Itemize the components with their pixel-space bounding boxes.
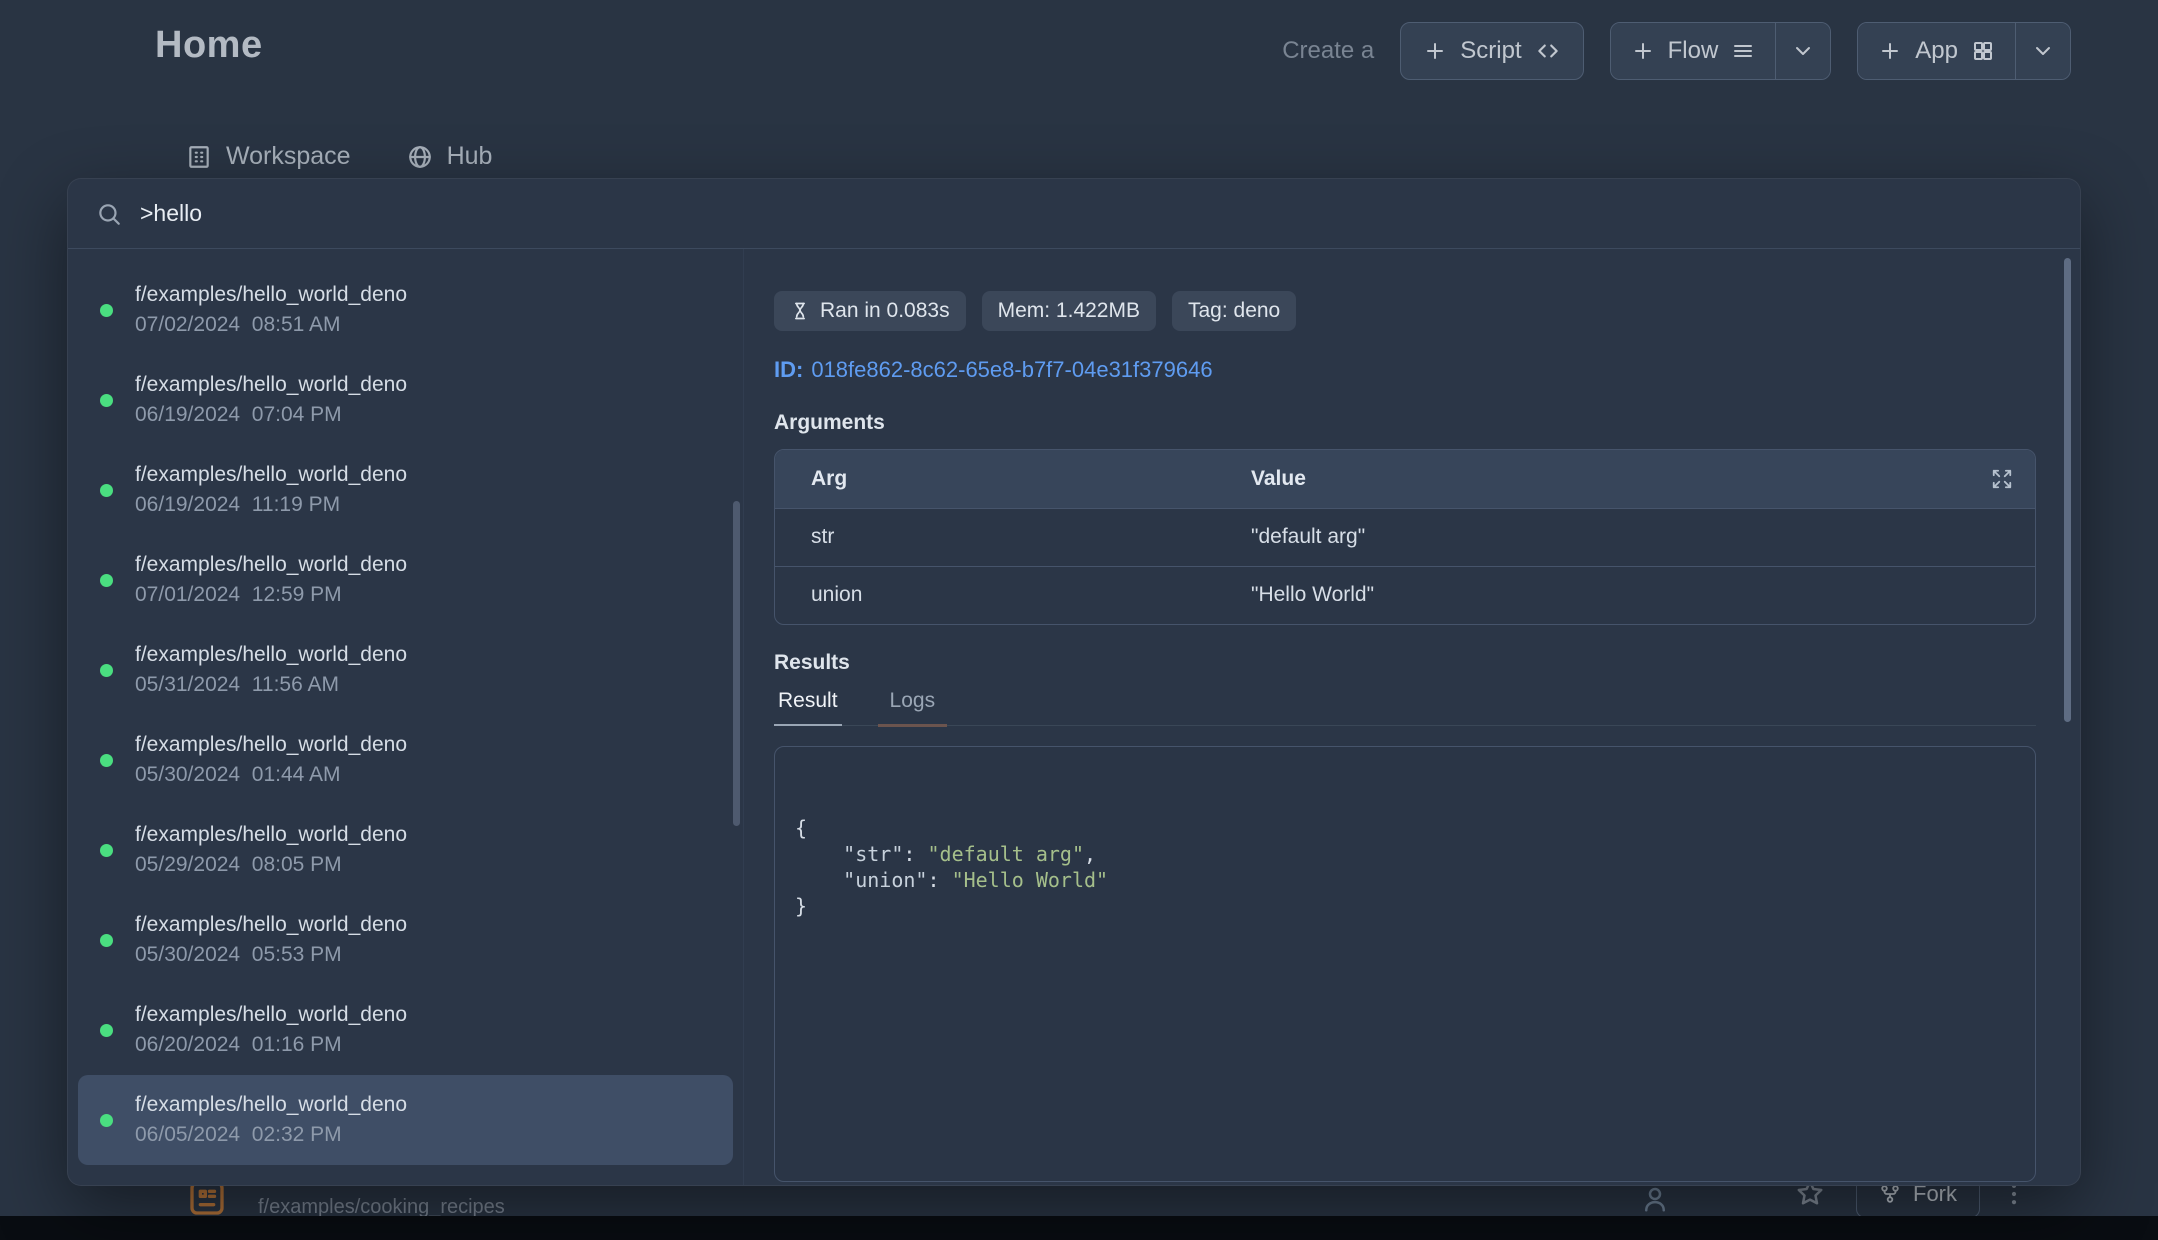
run-datetime: 07/01/2024 12:59 PM (135, 580, 407, 610)
search-bar (68, 179, 2080, 249)
run-path: f/examples/hello_world_deno (135, 460, 407, 490)
table-header-row: Arg Value (775, 450, 2035, 508)
run-path: f/examples/hello_world_deno (135, 550, 407, 580)
run-path: f/examples/hello_world_deno (135, 910, 407, 940)
success-dot-icon (100, 1024, 113, 1037)
expand-icon (1991, 468, 2013, 490)
list-item[interactable]: f/examples/hello_world_deno 07/01/2024 1… (78, 535, 733, 625)
run-path: f/examples/hello_world_deno (135, 640, 407, 670)
run-id-value[interactable]: 018fe862-8c62-65e8-b7f7-04e31f379646 (811, 357, 1212, 382)
success-dot-icon (100, 484, 113, 497)
results-heading: Results (774, 651, 2036, 675)
badge-label: Tag: deno (1188, 299, 1280, 323)
hourglass-icon (790, 301, 810, 321)
run-path: f/examples/hello_world_deno (135, 370, 407, 400)
arg-cell: union (775, 566, 1215, 624)
success-dot-icon (100, 1114, 113, 1127)
status-badge: Tag: deno (1172, 291, 1296, 331)
run-stats-badges: Ran in 0.083s Mem: 1.422MB Tag: deno (774, 291, 2036, 331)
expand-table-button[interactable] (1991, 468, 2013, 490)
success-dot-icon (100, 754, 113, 767)
column-header-arg: Arg (775, 450, 1215, 508)
run-datetime: 05/31/2024 11:56 AM (135, 670, 407, 700)
run-id-label: ID: (774, 357, 803, 382)
list-item[interactable]: f/examples/hello_world_deno 05/30/2024 0… (78, 715, 733, 805)
badge-label: Ran in 0.083s (820, 299, 950, 323)
success-dot-icon (100, 304, 113, 317)
arguments-heading: Arguments (774, 411, 2036, 435)
status-badge: Mem: 1.422MB (982, 291, 1156, 331)
result-json: { "str": "default arg", "union": "Hello … (795, 815, 2015, 919)
success-dot-icon (100, 844, 113, 857)
run-path: f/examples/hello_world_deno (135, 820, 407, 850)
result-code-block: { "str": "default arg", "union": "Hello … (774, 746, 2036, 1182)
run-path: f/examples/hello_world_deno (135, 730, 407, 760)
tab-result[interactable]: Result (774, 685, 842, 725)
table-row: str "default arg" (775, 508, 2035, 566)
tab-logs[interactable]: Logs (886, 685, 940, 725)
table-row: union "Hello World" (775, 566, 2035, 624)
results-tabs: Result Logs (774, 685, 2036, 726)
list-item[interactable]: f/examples/hello_world_deno 07/03/2024 0… (78, 249, 733, 265)
list-item[interactable]: f/examples/hello_world_deno 06/19/2024 1… (78, 445, 733, 535)
success-dot-icon (100, 394, 113, 407)
run-datetime: 06/19/2024 07:04 PM (135, 400, 407, 430)
run-path: f/examples/hello_world_deno (135, 1000, 407, 1030)
run-datetime: 06/05/2024 02:32 PM (135, 1120, 407, 1150)
run-datetime: 07/02/2024 08:51 AM (135, 310, 407, 340)
modal-body: f/examples/hello_world_deno 07/03/2024 0… (68, 249, 2080, 1185)
badge-label: Mem: 1.422MB (998, 299, 1140, 323)
run-datetime: 07/03/2024 06:37 PM (135, 249, 407, 250)
arguments-table: Arg Value str "default arg" union "Hello… (774, 449, 2036, 625)
list-scrollbar-thumb[interactable] (733, 501, 740, 826)
list-item[interactable]: f/examples/hello_world_deno 05/30/2024 0… (78, 895, 733, 985)
list-item[interactable]: f/examples/hello_world_deno 05/29/2024 0… (78, 805, 733, 895)
list-item[interactable]: f/examples/hello_world_deno 06/20/2024 0… (78, 985, 733, 1075)
run-datetime: 06/20/2024 01:16 PM (135, 1030, 407, 1060)
column-header-value: Value (1215, 450, 1955, 508)
runs-list-panel: f/examples/hello_world_deno 07/03/2024 0… (68, 249, 744, 1185)
run-datetime: 06/19/2024 11:19 PM (135, 490, 407, 520)
modal-scrollbar-thumb[interactable] (2064, 258, 2071, 722)
list-item[interactable]: f/examples/hello_world_deno 05/31/2024 1… (78, 625, 733, 715)
run-datetime: 05/30/2024 05:53 PM (135, 940, 407, 970)
search-input[interactable] (140, 200, 2052, 227)
list-item[interactable]: f/examples/hello_world_deno 07/02/2024 0… (78, 265, 733, 355)
list-item[interactable]: f/examples/hello_world_deno 06/19/2024 0… (78, 355, 733, 445)
run-id-line: ID: 018fe862-8c62-65e8-b7f7-04e31f379646 (774, 357, 2036, 383)
success-dot-icon (100, 934, 113, 947)
run-details-panel: Ran in 0.083s Mem: 1.422MB Tag: deno ID:… (744, 249, 2080, 1185)
arg-cell: str (775, 508, 1215, 566)
search-icon (96, 201, 122, 227)
run-datetime: 05/30/2024 01:44 AM (135, 760, 407, 790)
run-datetime: 05/29/2024 08:05 PM (135, 850, 407, 880)
command-palette-modal: f/examples/hello_world_deno 07/03/2024 0… (67, 178, 2081, 1186)
value-cell: "default arg" (1215, 508, 2035, 566)
run-path: f/examples/hello_world_deno (135, 1090, 407, 1120)
runs-list: f/examples/hello_world_deno 07/03/2024 0… (68, 249, 743, 1165)
success-dot-icon (100, 664, 113, 677)
success-dot-icon (100, 574, 113, 587)
status-badge: Ran in 0.083s (774, 291, 966, 331)
list-item[interactable]: f/examples/hello_world_deno 06/05/2024 0… (78, 1075, 733, 1165)
run-path: f/examples/hello_world_deno (135, 280, 407, 310)
value-cell: "Hello World" (1215, 566, 2035, 624)
